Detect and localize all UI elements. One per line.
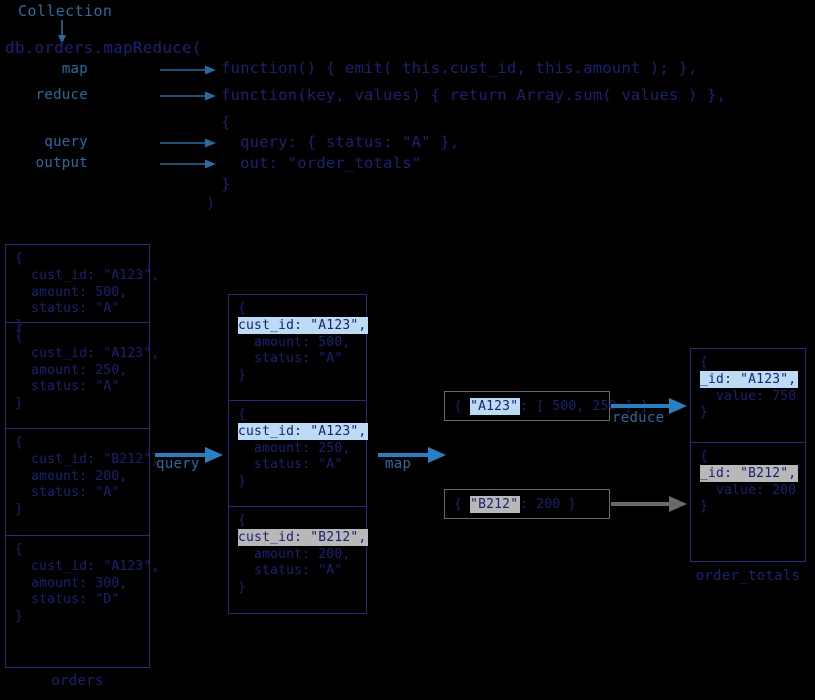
doc-close-brace: } xyxy=(691,405,805,422)
doc-open-brace: { xyxy=(229,301,366,318)
emitted-pair-box-b212: { "B212": 200 } xyxy=(444,489,610,519)
param-arrow-output-icon xyxy=(160,158,218,170)
doc-field-cust-id: cust_id: "B212", xyxy=(6,452,149,469)
doc-field-cust-id: cust_id: "A123", xyxy=(6,346,149,363)
doc-field-status: status: "A" xyxy=(6,485,149,502)
output-document: { _id: "B212", value: 200 } xyxy=(691,443,805,561)
doc-open-brace: { xyxy=(6,435,149,452)
param-label-output: output xyxy=(10,155,88,171)
doc-close-brace: } xyxy=(229,368,366,385)
param-arrow-query-icon xyxy=(160,137,218,149)
param-label-query: query xyxy=(10,134,88,150)
doc-field-id-highlighted: _id: "A123", xyxy=(691,372,805,389)
doc-field-amount: amount: 250, xyxy=(229,441,366,458)
filtered-document: { cust_id: "B212", amount: 200, status: … xyxy=(229,507,366,615)
doc-field-amount: amount: 300, xyxy=(6,576,149,593)
param-arrow-map-icon xyxy=(160,64,218,76)
doc-field-cust-id: cust_id: "A123", xyxy=(6,268,149,285)
cust-id-highlight: cust_id: "B212", xyxy=(238,529,368,546)
options-open-brace: { xyxy=(221,113,230,131)
doc-open-brace: { xyxy=(691,355,805,372)
collection-annotation-label: Collection xyxy=(18,2,112,20)
doc-close-brace: } xyxy=(691,499,805,516)
doc-close-brace: } xyxy=(6,609,149,626)
doc-field-status: status: "A" xyxy=(229,563,366,580)
doc-field-status: status: "A" xyxy=(6,301,149,318)
emit-key-highlight: "B212" xyxy=(470,496,520,513)
doc-field-status: status: "D" xyxy=(6,592,149,609)
map-arrow-label: map xyxy=(385,456,411,472)
param-code-query: query: { status: "A" }, xyxy=(221,133,459,151)
cust-id-highlight: cust_id: "A123", xyxy=(238,423,368,440)
doc-open-brace: { xyxy=(6,251,149,268)
orders-collection-box: { cust_id: "A123", amount: 500, status: … xyxy=(5,244,150,668)
doc-field-amount: amount: 200, xyxy=(229,547,366,564)
doc-field-cust-id-highlighted: cust_id: "B212", xyxy=(229,530,366,547)
param-label-reduce: reduce xyxy=(10,87,88,103)
orders-document: { cust_id: "A123", amount: 300, status: … xyxy=(6,536,149,667)
order-totals-box: { _id: "A123", value: 750 } { _id: "B212… xyxy=(690,348,806,562)
doc-field-status: status: "A" xyxy=(6,379,149,396)
doc-open-brace: { xyxy=(229,513,366,530)
doc-field-amount: amount: 250, xyxy=(6,363,149,380)
doc-open-brace: { xyxy=(6,329,149,346)
doc-close-brace: } xyxy=(6,396,149,413)
emitted-pair-box-a123: { "A123": [ 500, 250 ] } xyxy=(444,391,610,421)
doc-field-amount: amount: 500, xyxy=(229,335,366,352)
reduce-arrow-label: reduce xyxy=(612,410,664,426)
param-code-output: out: "order_totals" xyxy=(221,154,421,172)
order-totals-box-caption: order_totals xyxy=(690,568,806,584)
cust-id-highlight: cust_id: "A123", xyxy=(238,317,368,334)
param-code-reduce: function(key, values) { return Array.sum… xyxy=(221,86,726,104)
filtered-document: { cust_id: "A123", amount: 500, status: … xyxy=(229,295,366,401)
doc-field-status: status: "A" xyxy=(229,351,366,368)
doc-field-value: value: 750 xyxy=(691,389,805,406)
output-document: { _id: "A123", value: 750 } xyxy=(691,349,805,443)
id-highlight: _id: "B212", xyxy=(700,465,798,482)
passthrough-flow-arrow-icon xyxy=(611,496,689,512)
orders-document: { cust_id: "B212", amount: 200, status: … xyxy=(6,429,149,536)
doc-field-status: status: "A" xyxy=(229,457,366,474)
doc-field-cust-id-highlighted: cust_id: "A123", xyxy=(229,318,366,335)
diagram-canvas: Collection db.orders.mapReduce( map func… xyxy=(0,0,815,700)
doc-field-cust-id-highlighted: cust_id: "A123", xyxy=(229,424,366,441)
orders-document: { cust_id: "A123", amount: 250, status: … xyxy=(6,323,149,429)
doc-open-brace: { xyxy=(229,407,366,424)
param-label-map: map xyxy=(10,61,88,77)
doc-open-brace: { xyxy=(691,449,805,466)
doc-close-brace: } xyxy=(229,580,366,597)
param-arrow-reduce-icon xyxy=(160,90,218,102)
doc-close-brace: } xyxy=(6,502,149,519)
doc-field-amount: amount: 200, xyxy=(6,469,149,486)
filtered-document: { cust_id: "A123", amount: 250, status: … xyxy=(229,401,366,507)
doc-field-amount: amount: 500, xyxy=(6,285,149,302)
doc-field-value: value: 200 xyxy=(691,483,805,500)
orders-document: { cust_id: "A123", amount: 500, status: … xyxy=(6,245,149,323)
emit-prefix: { xyxy=(454,497,470,512)
doc-field-id-highlighted: _id: "B212", xyxy=(691,466,805,483)
doc-field-cust-id: cust_id: "A123", xyxy=(6,559,149,576)
param-code-map: function() { emit( this.cust_id, this.am… xyxy=(221,59,698,77)
id-highlight: _id: "A123", xyxy=(700,371,798,388)
options-close-brace: } xyxy=(221,175,230,193)
doc-open-brace: { xyxy=(6,542,149,559)
emit-prefix: { xyxy=(454,399,470,414)
doc-close-brace: } xyxy=(229,474,366,491)
emit-key-highlight: "A123" xyxy=(470,398,520,415)
query-arrow-label: query xyxy=(156,456,200,472)
mapreduce-call-line: db.orders.mapReduce( xyxy=(5,38,202,57)
orders-box-caption: orders xyxy=(5,673,150,689)
emit-values: : 200 } xyxy=(520,497,576,512)
filtered-documents-box: { cust_id: "A123", amount: 500, status: … xyxy=(228,294,367,614)
call-close-paren: ) xyxy=(206,194,215,212)
